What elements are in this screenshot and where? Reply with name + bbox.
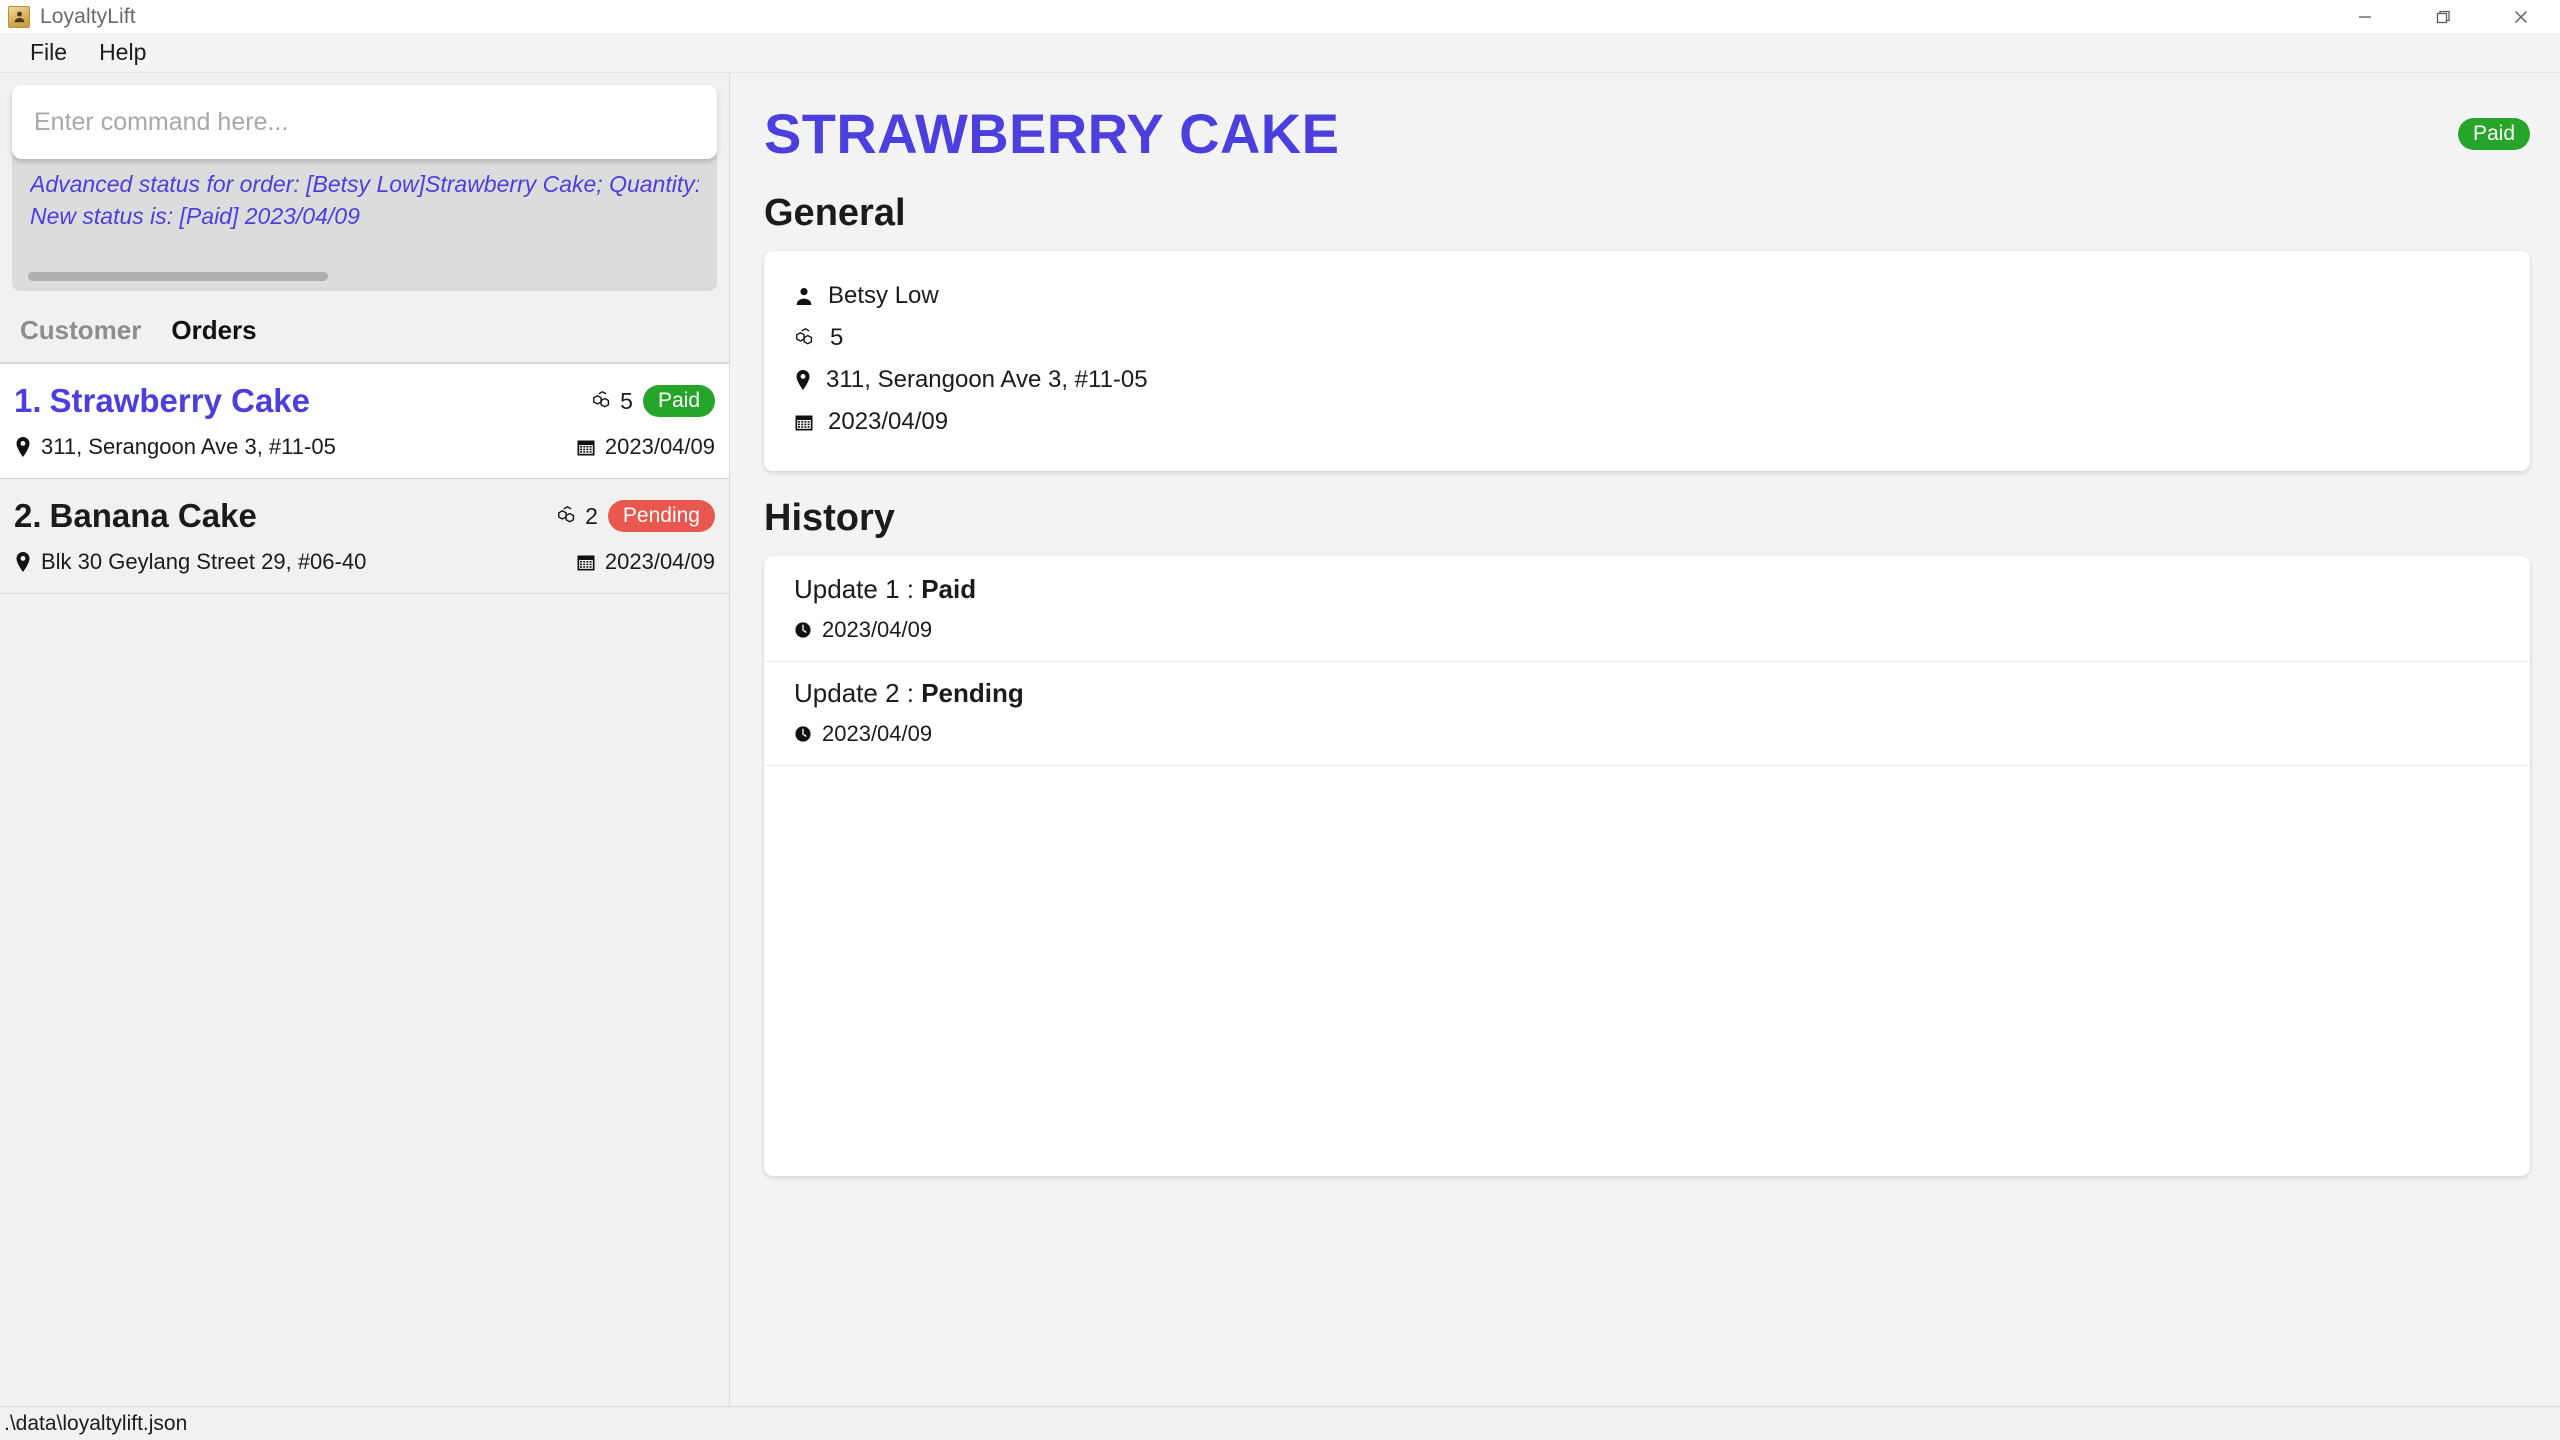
order-address-group: 311, Serangoon Ave 3, #11-05 xyxy=(14,434,336,460)
statusbar-path: .\data\loyaltylift.json xyxy=(4,1411,188,1435)
clock-icon xyxy=(794,725,812,743)
history-item-label: Update 1 : xyxy=(794,574,914,604)
order-row-top: 1. Strawberry Cake 5 Paid xyxy=(14,382,715,420)
result-line-1: Advanced status for order: [Betsy Low]St… xyxy=(30,171,699,197)
order-address: 311, Serangoon Ave 3, #11-05 xyxy=(41,434,336,459)
order-list-item[interactable]: 2. Banana Cake 2 Pending Blk 30 Geylang … xyxy=(0,479,729,594)
boxes-icon xyxy=(556,505,578,527)
clock-icon xyxy=(794,621,812,639)
general-quantity: 5 xyxy=(830,324,844,351)
history-item-date: 2023/04/09 xyxy=(822,617,933,642)
history-item: Update 1 : Paid 2023/04/09 xyxy=(764,558,2530,662)
history-item-label: Update 2 : xyxy=(794,678,914,708)
command-box[interactable] xyxy=(12,85,717,159)
order-quantity: 2 xyxy=(585,502,598,529)
location-pin-icon xyxy=(794,369,812,391)
history-item-title: Update 2 : Pending xyxy=(794,678,2500,709)
order-row-top: 2. Banana Cake 2 Pending xyxy=(14,497,715,535)
maximize-icon[interactable] xyxy=(2404,0,2482,33)
order-title: Strawberry Cake xyxy=(49,382,311,419)
order-quantity-group: 2 xyxy=(556,503,598,530)
command-area xyxy=(0,73,729,159)
order-index: 1. xyxy=(14,382,42,419)
order-name-group: 2. Banana Cake xyxy=(14,497,257,535)
tab-orders[interactable]: Orders xyxy=(165,313,262,348)
order-address: Blk 30 Geylang Street 29, #06-40 xyxy=(41,549,367,574)
order-index: 2. xyxy=(14,497,42,534)
page-title: STRAWBERRY CAKE xyxy=(764,102,1340,165)
calendar-icon xyxy=(794,412,814,432)
boxes-icon xyxy=(591,390,613,412)
general-quantity-row: 5 xyxy=(794,317,2500,359)
order-title: Banana Cake xyxy=(49,497,257,534)
menubar: File Help xyxy=(0,33,2560,73)
history-item-status: Pending xyxy=(921,678,1024,708)
result-display: Advanced status for order: [Betsy Low]St… xyxy=(12,151,717,291)
order-quantity: 5 xyxy=(620,387,633,414)
order-date-group: 2023/04/09 xyxy=(576,434,715,460)
person-icon xyxy=(794,286,814,306)
order-address-group: Blk 30 Geylang Street 29, #06-40 xyxy=(14,549,366,575)
location-pin-icon xyxy=(14,436,32,458)
list-tabs: Customer Orders xyxy=(0,291,729,362)
person-card-icon xyxy=(8,5,30,28)
order-row-bottom: Blk 30 Geylang Street 29, #06-40 2023/04… xyxy=(14,549,715,575)
history-item-date-group: 2023/04/09 xyxy=(794,721,2500,747)
history-item-status: Paid xyxy=(921,574,977,604)
main-body: Advanced status for order: [Betsy Low]St… xyxy=(0,73,2560,1440)
history-section-heading: History xyxy=(764,497,895,539)
history-item: Update 2 : Pending 2023/04/09 xyxy=(764,662,2530,766)
general-address-row: 311, Serangoon Ave 3, #11-05 xyxy=(794,359,2500,401)
history-card: Update 1 : Paid 2023/04/09 Update 2 : Pe… xyxy=(764,556,2530,1176)
general-customer-row: Betsy Low xyxy=(794,275,2500,317)
general-date: 2023/04/09 xyxy=(828,408,949,435)
result-scrollbar-thumb[interactable] xyxy=(28,272,328,281)
order-list: 1. Strawberry Cake 5 Paid 311, Serangoon… xyxy=(0,362,729,1440)
order-row-right: 5 Paid xyxy=(591,385,715,417)
detail-header: STRAWBERRY CAKE Paid xyxy=(764,101,2530,166)
detail-status-badge: Paid xyxy=(2457,117,2530,150)
order-list-item[interactable]: 1. Strawberry Cake 5 Paid 311, Serangoon… xyxy=(0,363,729,479)
order-row-right: 2 Pending xyxy=(556,500,715,532)
order-row-bottom: 311, Serangoon Ave 3, #11-05 2023/04/09 xyxy=(14,434,715,460)
order-status-badge: Pending xyxy=(607,500,715,532)
minimize-icon[interactable] xyxy=(2326,0,2404,33)
location-pin-icon xyxy=(14,551,32,573)
general-customer: Betsy Low xyxy=(828,282,939,309)
close-icon[interactable] xyxy=(2482,0,2560,33)
left-pane: Advanced status for order: [Betsy Low]St… xyxy=(0,73,730,1440)
order-name-group: 1. Strawberry Cake xyxy=(14,382,310,420)
detail-pane: STRAWBERRY CAKE Paid General Betsy Low 5… xyxy=(730,73,2560,1440)
window-titlebar: LoyaltyLift xyxy=(0,0,2560,33)
history-item-title: Update 1 : Paid xyxy=(794,574,2500,605)
order-date: 2023/04/09 xyxy=(604,549,715,574)
general-section-heading: General xyxy=(764,192,906,234)
menu-file[interactable]: File xyxy=(14,37,83,68)
order-date-group: 2023/04/09 xyxy=(576,549,715,575)
calendar-icon xyxy=(576,552,596,572)
result-horizontal-scrollbar[interactable] xyxy=(28,272,722,281)
calendar-icon xyxy=(576,437,596,457)
window-controls xyxy=(2326,0,2560,33)
command-input[interactable] xyxy=(34,107,695,137)
order-date: 2023/04/09 xyxy=(604,434,715,459)
history-item-date-group: 2023/04/09 xyxy=(794,617,2500,643)
menu-help[interactable]: Help xyxy=(83,37,162,68)
order-status-badge: Paid xyxy=(642,385,715,417)
general-date-row: 2023/04/09 xyxy=(794,401,2500,443)
general-card: Betsy Low 5 311, Serangoon Ave 3, #11-05… xyxy=(764,251,2530,471)
boxes-icon xyxy=(794,327,816,349)
statusbar: .\data\loyaltylift.json xyxy=(0,1406,2560,1440)
general-address: 311, Serangoon Ave 3, #11-05 xyxy=(826,366,1148,393)
tab-customer[interactable]: Customer xyxy=(14,313,147,348)
result-line-2: New status is: [Paid] 2023/04/09 xyxy=(30,202,360,229)
order-quantity-group: 5 xyxy=(591,388,633,415)
history-item-date: 2023/04/09 xyxy=(822,721,933,746)
window-title: LoyaltyLift xyxy=(40,4,136,28)
